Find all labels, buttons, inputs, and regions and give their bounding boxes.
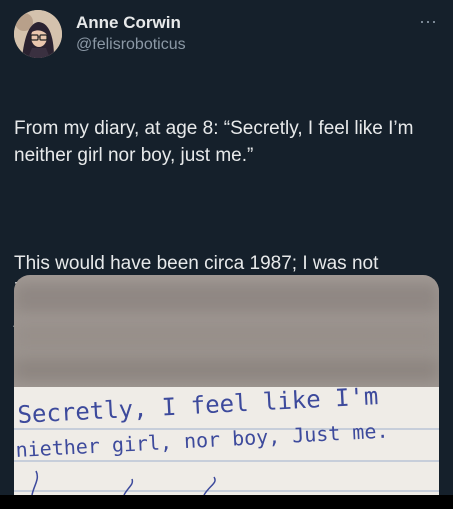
diary-handwriting: Secretly, I feel like I'm niether girl, … — [14, 382, 439, 495]
blurred-region — [14, 283, 439, 313]
author-handle[interactable]: @felisroboticus — [76, 34, 186, 56]
blurred-region — [14, 323, 439, 349]
tweet-paragraph-1: From my diary, at age 8: “Secretly, I fe… — [14, 118, 414, 166]
bottom-bar — [0, 495, 453, 509]
author-block: Anne Corwin @felisroboticus — [76, 12, 186, 56]
avatar[interactable] — [14, 10, 62, 58]
blurred-region — [14, 359, 439, 381]
avatar-image — [14, 10, 62, 58]
tweet-media-image[interactable]: Secretly, I feel like I'm niether girl, … — [14, 275, 439, 495]
diary-page: Secretly, I feel like I'm niether girl, … — [14, 382, 439, 495]
author-name[interactable]: Anne Corwin — [76, 12, 186, 34]
tweet-header: Anne Corwin @felisroboticus ··· — [14, 10, 439, 60]
more-options-button[interactable]: ··· — [417, 12, 439, 30]
